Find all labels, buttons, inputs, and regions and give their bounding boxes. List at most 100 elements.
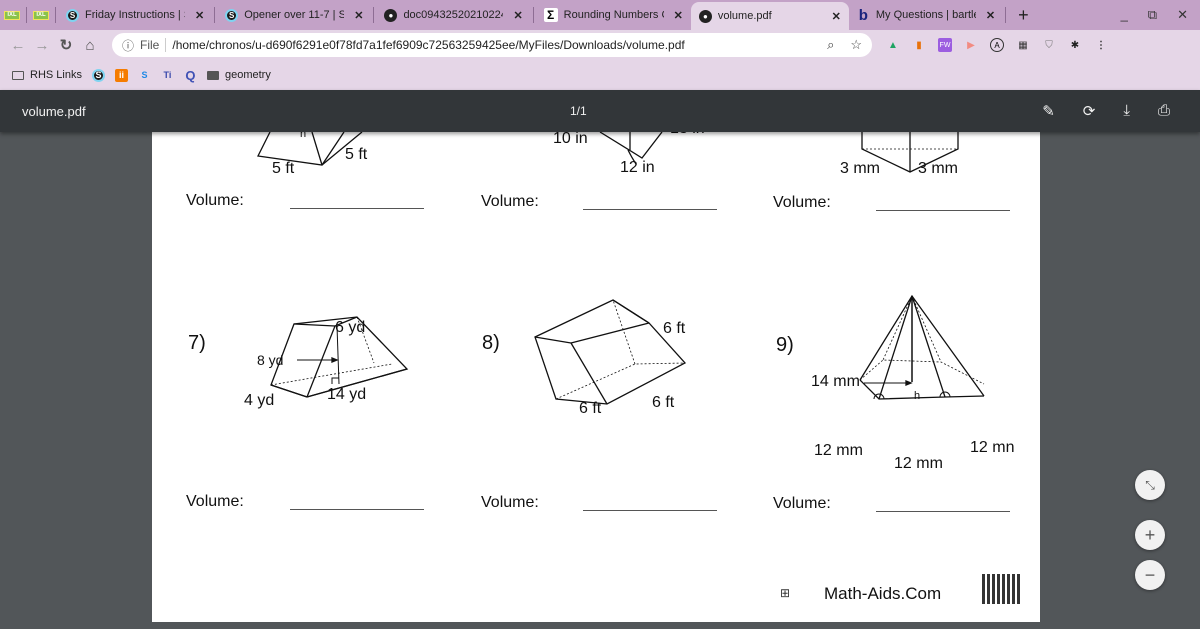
pencil-icon[interactable]: ✎ [1042, 102, 1055, 120]
figure-label: 6 ft [663, 320, 686, 337]
qr-code-icon[interactable]: ▦ [1016, 38, 1030, 52]
bookmark-rhs-links[interactable]: RHS Links [12, 69, 82, 81]
pinned-tab-ixl-2[interactable]: IXL [29, 0, 53, 30]
close-icon[interactable]: ✕ [986, 9, 995, 22]
figure-label: 12 mm [814, 442, 863, 459]
fit-to-page-button[interactable]: ⤡ [1135, 470, 1165, 500]
figure-label: h [300, 132, 307, 140]
window-controls: _ ⧉ ✕ [1121, 7, 1200, 23]
scheme-label: File [140, 38, 167, 52]
forward-button[interactable]: → [30, 37, 54, 54]
fw-ext-icon[interactable]: FW [938, 38, 952, 52]
bookmark-ext-icon[interactable]: ▮ [912, 38, 926, 52]
globe-icon: ● [384, 8, 398, 22]
figure-problem-9 [859, 294, 985, 400]
tab-opener[interactable]: S Opener over 11-7 | Sch ✕ [217, 0, 371, 30]
answer-blank[interactable] [583, 209, 717, 210]
tab-title: volume.pdf [717, 10, 772, 22]
close-icon[interactable]: ✕ [354, 9, 363, 22]
s-app-icon[interactable]: S [138, 69, 151, 82]
tab-doc[interactable]: ● doc09432520210224 ✕ [376, 0, 530, 30]
problem-number: 8) [482, 332, 500, 354]
figure-label: 3 mm [918, 160, 958, 177]
figure-label: 8 yd [257, 352, 284, 368]
close-icon[interactable]: ✕ [195, 9, 204, 22]
close-icon[interactable]: ✕ [513, 9, 522, 22]
answer-blank[interactable] [876, 210, 1010, 211]
bookmark-geometry[interactable]: geometry [206, 69, 271, 81]
family-icon[interactable]: ii [114, 68, 128, 82]
answer-blank[interactable] [290, 509, 424, 510]
answer-blank[interactable] [583, 510, 717, 511]
page-indicator: 1/1 [570, 104, 587, 118]
problem-number: 9) [776, 334, 794, 356]
menu-icon[interactable]: ⋮ [1094, 38, 1108, 52]
q-icon[interactable]: Q [184, 68, 197, 83]
toolbar: ← → ↻ ⌂ ⓘ File /home/chronos/u-d690f6291… [0, 30, 1200, 60]
pinned-tab-ixl-1[interactable]: IXL [0, 0, 24, 30]
restore-button[interactable]: ⧉ [1148, 7, 1157, 23]
figure-label: 10 in [553, 132, 588, 147]
reload-button[interactable]: ↻ [54, 36, 78, 54]
problem-number: 7) [188, 332, 206, 354]
footer-brand: Math-Aids.Com [824, 584, 942, 603]
print-icon[interactable]: ⎙ [1158, 102, 1170, 120]
close-icon[interactable]: ✕ [832, 10, 841, 23]
pdf-page: h 5 ft 5 ft 10 in 13 in 12 in 3 mm 3 mm … [152, 132, 1040, 622]
fit-icon: ⤡ [1145, 477, 1155, 492]
home-button[interactable]: ⌂ [78, 37, 102, 54]
tab-strip: IXL IXL S Friday Instructions | S ✕ S Op… [0, 0, 1200, 30]
star-icon[interactable]: ☆ [850, 37, 862, 53]
tab-separator [373, 7, 375, 23]
rotate-icon[interactable]: ⟳ [1083, 102, 1096, 120]
figure-label: 6 ft [652, 394, 675, 411]
close-window-button[interactable]: ✕ [1177, 7, 1188, 23]
shield-icon[interactable]: ⛉ [1042, 38, 1056, 52]
tab-title: Opener over 11-7 | Sch [244, 9, 345, 21]
tab-friday-instructions[interactable]: S Friday Instructions | S ✕ [58, 0, 212, 30]
close-icon[interactable]: ✕ [674, 9, 683, 22]
url-text[interactable]: /home/chronos/u-d690f6291e0f78fd7a1fef69… [172, 38, 811, 52]
download-icon[interactable]: ⤓ [1123, 102, 1130, 120]
figure-label: 6 yd [335, 319, 366, 336]
globe-icon: ● [698, 9, 712, 23]
puzzle-icon[interactable]: ✱ [1068, 38, 1082, 52]
schoology-icon: S [225, 8, 239, 22]
figure-label: 5 ft [272, 160, 295, 177]
figure-label: 14 mm [811, 373, 860, 390]
zoom-lens-icon[interactable]: ⌕ [827, 37, 834, 53]
answer-blank[interactable] [876, 511, 1010, 512]
tab-rounding-numbers[interactable]: Σ Rounding Numbers C ✕ [536, 0, 691, 30]
figure-label: 4 yd [244, 392, 275, 409]
extensions: ▲ ▮ FW ▶ A ▦ ⛉ ✱ ⋮ [886, 38, 1108, 52]
ti-icon[interactable]: Ti [161, 69, 174, 82]
tab-title: Friday Instructions | S [85, 9, 185, 21]
back-button[interactable]: ← [6, 37, 30, 54]
figure-label: 13 in [670, 132, 705, 138]
a-ext-icon[interactable]: A [990, 38, 1004, 52]
figure-label: 3 mm [840, 160, 880, 177]
volume-label: Volume: [481, 494, 539, 511]
schoology-icon[interactable]: S [91, 68, 105, 82]
ixl-icon: IXL [4, 10, 20, 20]
new-tab-button[interactable]: + [1018, 5, 1029, 26]
info-icon[interactable]: ⓘ [122, 37, 134, 54]
zoom-in-button[interactable]: + [1135, 520, 1165, 550]
zoom-out-button[interactable]: − [1135, 560, 1165, 590]
google-drive-icon[interactable]: ▲ [886, 38, 900, 52]
figure-label: 12 in [620, 159, 655, 176]
figure-label: h [914, 390, 921, 402]
pdf-viewer[interactable]: h 5 ft 5 ft 10 in 13 in 12 in 3 mm 3 mm … [0, 132, 1200, 629]
figure-problem-8 [534, 299, 687, 405]
tab-volume-pdf[interactable]: ● volume.pdf ✕ [690, 2, 849, 30]
address-bar[interactable]: ⓘ File /home/chronos/u-d690f6291e0f78fd7… [112, 33, 872, 57]
minimize-button[interactable]: _ [1121, 7, 1128, 23]
calculator-icon: ⊞ [780, 586, 791, 600]
answer-blank[interactable] [290, 208, 424, 209]
sigma-icon: Σ [543, 8, 558, 22]
screencast-icon[interactable]: ▶ [964, 38, 978, 52]
folder-icon [12, 70, 24, 80]
tab-bartleby[interactable]: b My Questions | bartleb ✕ [849, 0, 1003, 30]
bartleby-icon: b [858, 6, 868, 24]
figure-label: 14 yd [327, 386, 367, 403]
